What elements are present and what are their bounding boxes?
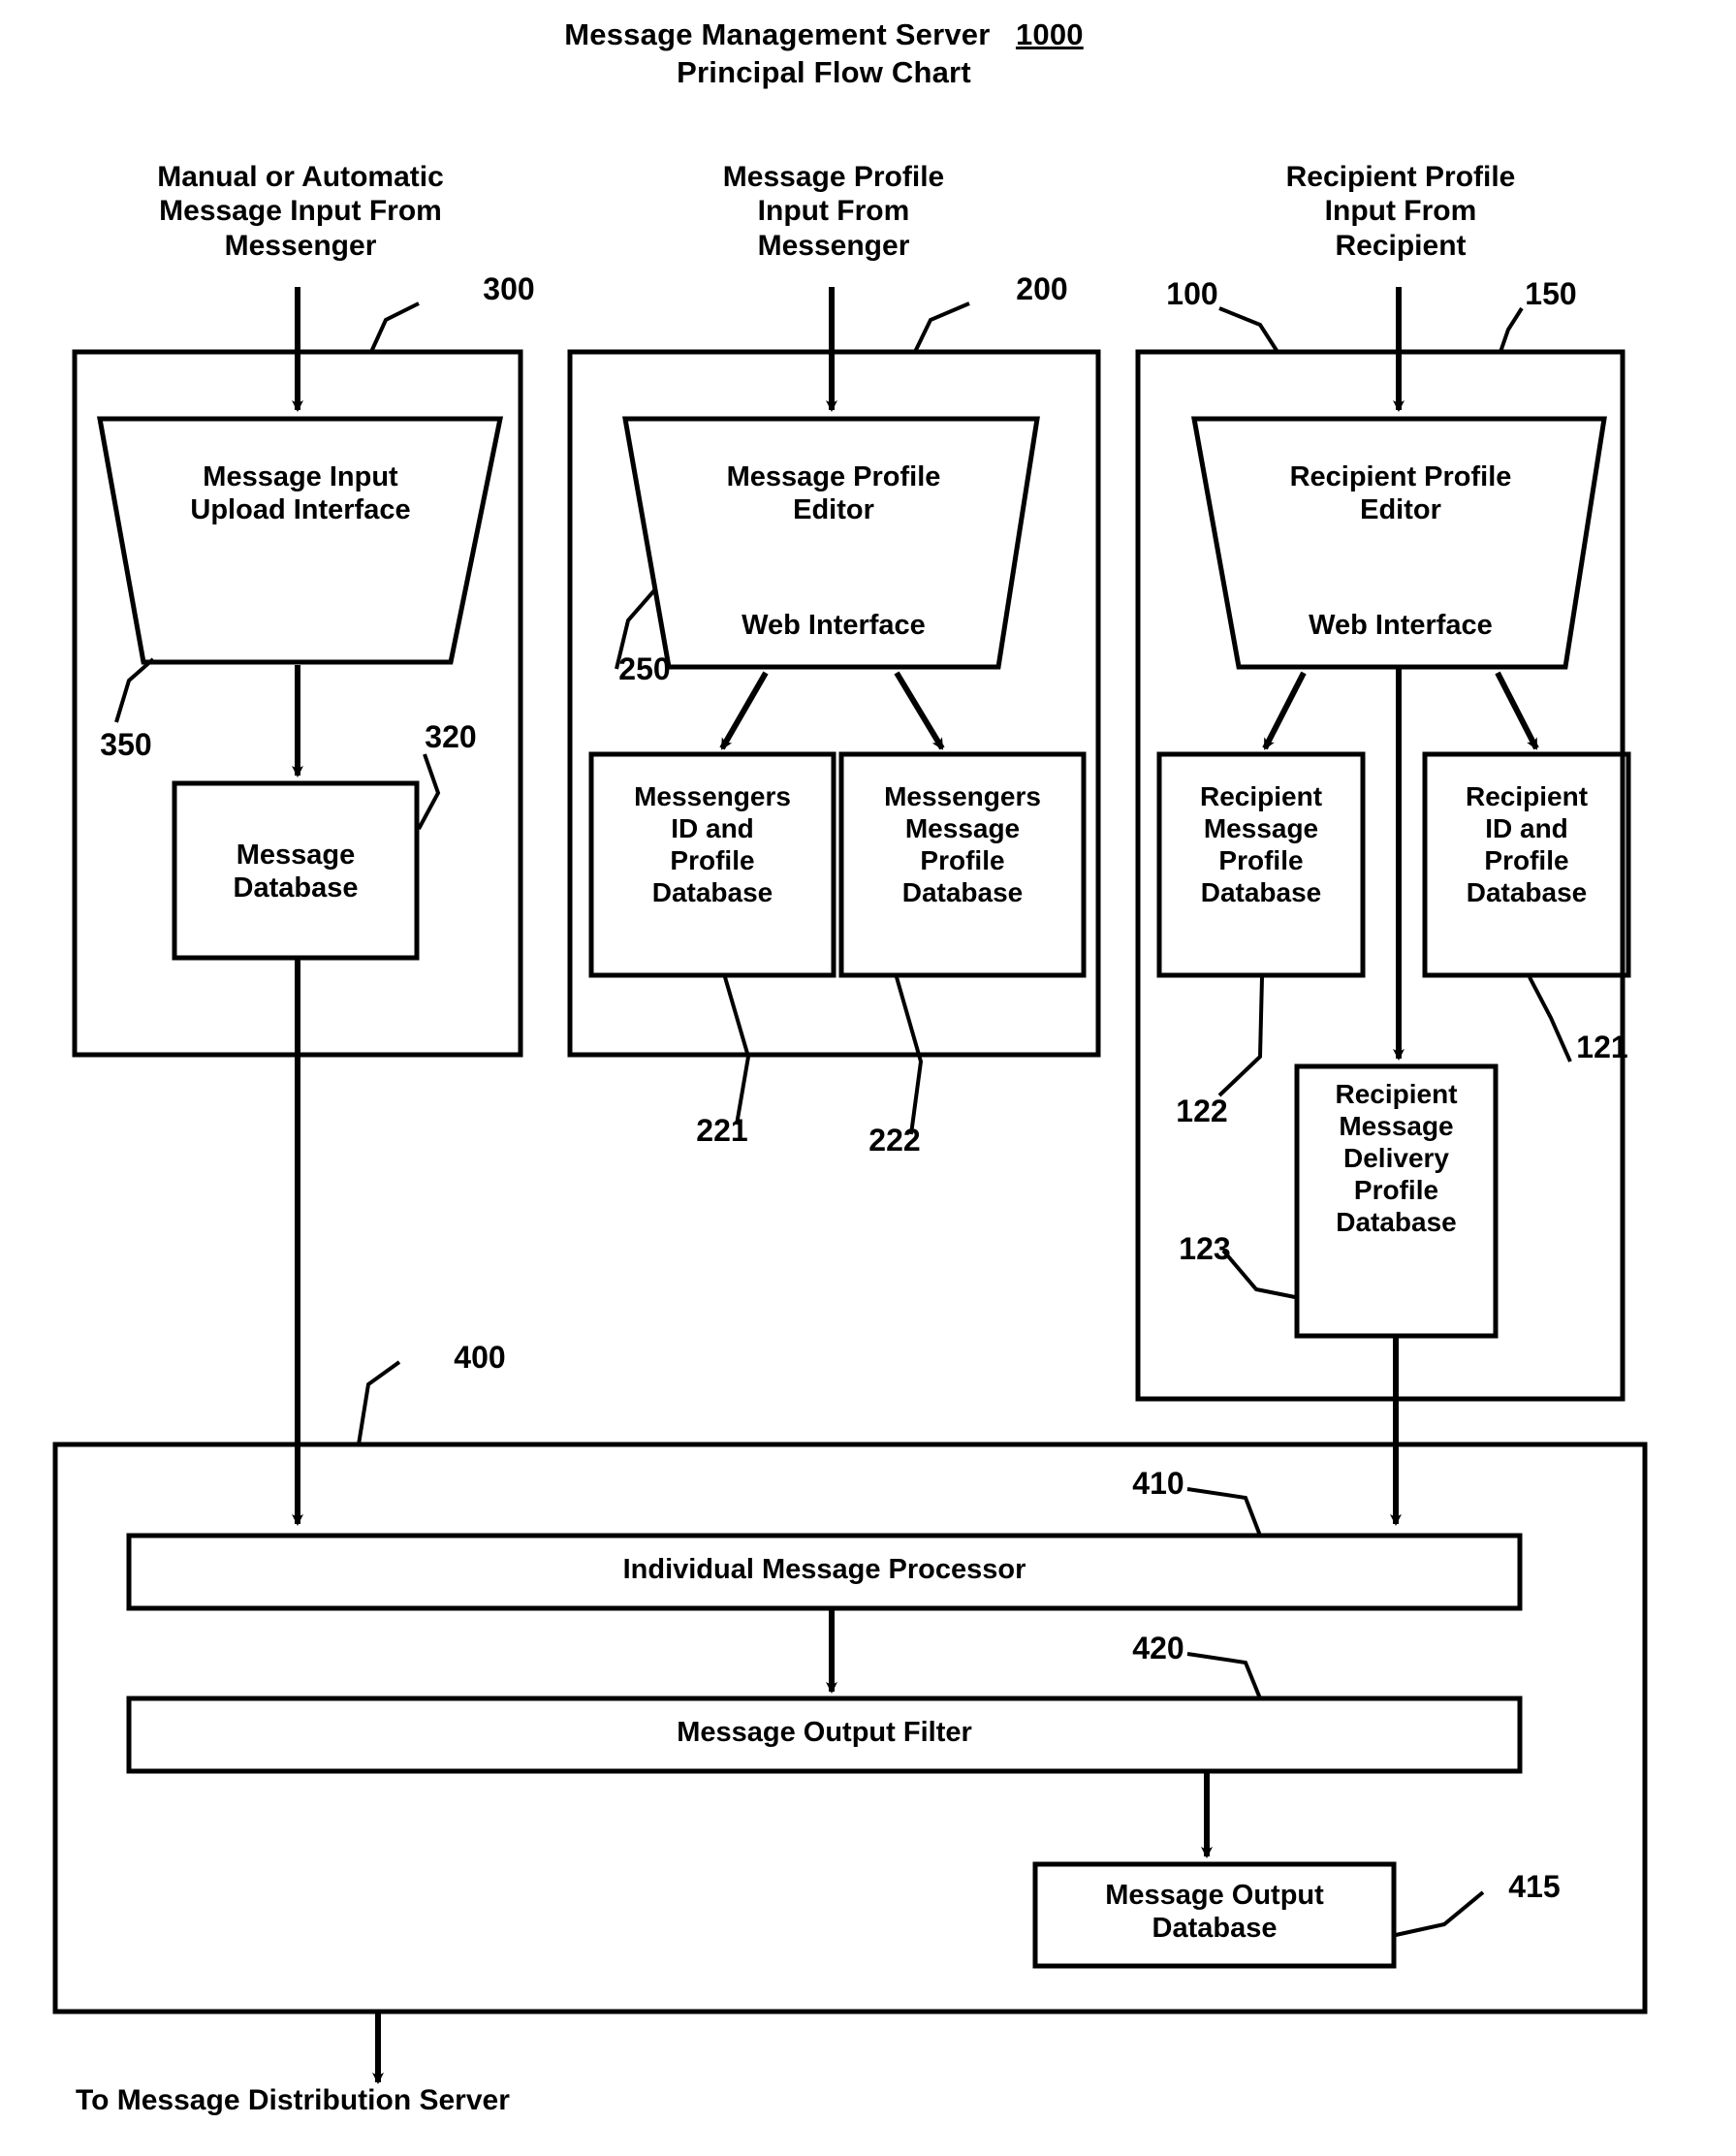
ref-350: 350: [100, 727, 152, 762]
arrow-150-to-121: [1495, 671, 1539, 750]
ref-320: 320: [425, 719, 477, 754]
ref-410: 410: [1132, 1466, 1184, 1501]
ref-100: 100: [1166, 276, 1218, 311]
ref-150: 150: [1525, 276, 1577, 311]
leader-221: [723, 976, 751, 1126]
header-message-profile: Message Profile Input From Messenger: [722, 161, 945, 262]
header-message-input: Manual or Automatic Message Input From M…: [157, 161, 444, 262]
label-messengers-id-profile-database: Messengers ID and Profile Database: [634, 781, 791, 908]
ref-250: 250: [618, 651, 671, 686]
label-recipient-id-profile-database: Recipient ID and Profile Database: [1465, 781, 1589, 908]
label-message-output-database: Message Output Database: [1105, 1880, 1324, 1945]
ref-123: 123: [1179, 1231, 1231, 1266]
label-message-output-filter[interactable]: Message Output Filter: [129, 1716, 1520, 1749]
header-recipient-profile: Recipient Profile Input From Recipient: [1285, 161, 1516, 262]
ref-121: 121: [1576, 1030, 1628, 1064]
leader-200: [913, 301, 970, 353]
label-recipient-message-profile-database: Recipient Message Profile Database: [1199, 781, 1323, 908]
shape-message-input-upload-interface: [97, 416, 504, 665]
label-recipient-profile-editor-sub: Web Interface: [1309, 610, 1493, 641]
leader-122: [1217, 976, 1264, 1097]
leader-300: [369, 301, 420, 353]
label-message-input-upload-interface: Message Input Upload Interface: [190, 461, 411, 526]
label-message-database: Message Database: [233, 840, 359, 904]
label-messengers-message-profile-database: Messengers Message Profile Database: [884, 781, 1041, 908]
flow-chart-figure: Message Management Server 1000 Principal…: [0, 0, 1736, 2156]
label-recipient-message-delivery-profile-database: Recipient Message Delivery Profile Datab…: [1335, 1079, 1458, 1238]
title-line-1: Message Management Server: [564, 17, 991, 51]
ref-415: 415: [1508, 1869, 1561, 1904]
ref-400: 400: [454, 1340, 506, 1375]
arrow-250-to-222: [894, 671, 945, 750]
leader-400: [357, 1360, 401, 1445]
leader-350: [114, 657, 155, 723]
ref-300: 300: [483, 271, 535, 306]
leader-320: [417, 753, 441, 830]
ref-122: 122: [1176, 1094, 1228, 1128]
label-message-profile-editor-sub: Web Interface: [742, 610, 926, 641]
leader-415: [1395, 1890, 1485, 1937]
title-ref: 1000: [1015, 17, 1084, 51]
leader-150: [1499, 306, 1524, 353]
page-title: Message Management Server 1000: [436, 17, 1212, 53]
label-message-profile-editor: Message Profile Editor: [726, 461, 941, 526]
arrow-250-to-221: [719, 671, 769, 750]
footer-to-distribution-server: To Message Distribution Server: [76, 2084, 510, 2116]
label-recipient-profile-editor: Recipient Profile Editor: [1289, 461, 1512, 526]
ref-420: 420: [1132, 1631, 1184, 1665]
ref-221: 221: [696, 1113, 748, 1148]
arrow-150-to-122: [1262, 671, 1307, 750]
label-individual-message-processor[interactable]: Individual Message Processor: [129, 1553, 1520, 1586]
leader-100: [1218, 306, 1279, 354]
ref-222: 222: [868, 1123, 921, 1157]
page-subtitle: Principal Flow Chart: [677, 55, 971, 89]
ref-200: 200: [1016, 271, 1068, 306]
